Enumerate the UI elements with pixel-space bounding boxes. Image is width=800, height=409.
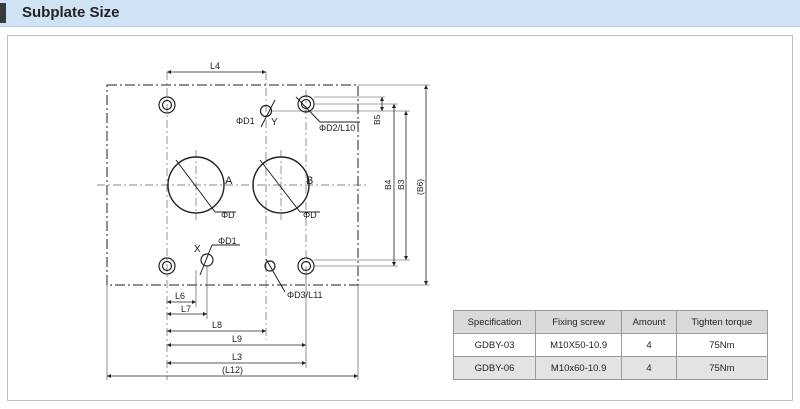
label-y: Y — [271, 117, 278, 128]
label-port-b: B — [306, 175, 313, 187]
label-port-a: A — [225, 175, 233, 187]
label-l8: L8 — [212, 320, 222, 330]
label-d3-l11: ΦD3/L11 — [287, 290, 323, 300]
port-diameter-leaders — [175, 159, 320, 213]
label-b3: B3 — [396, 179, 406, 190]
table-row: GDBY-03 M10X50-10.9 4 75Nm — [452, 333, 769, 357]
table-cell: 75Nm — [675, 333, 769, 357]
table-cell: M10X50-10.9 — [535, 333, 623, 357]
label-d1-top: ΦD1 — [236, 116, 255, 126]
label-l9: L9 — [232, 334, 242, 344]
label-b5: B5 — [372, 114, 382, 125]
table-cell: GDBY-06 — [452, 356, 537, 380]
horizontal-dimensions — [107, 70, 358, 378]
label-l4: L4 — [210, 61, 220, 71]
table-header: Amount — [621, 310, 677, 334]
label-d2-l10: ΦD2/L10 — [319, 123, 355, 133]
label-b6: (B6) — [415, 179, 425, 195]
label-l12: (L12) — [222, 365, 243, 375]
label-l6: L6 — [175, 291, 185, 301]
label-b4: B4 — [383, 179, 393, 190]
table-cell: 75Nm — [675, 356, 769, 380]
label-d-right: ΦD — [303, 210, 317, 220]
fixing-screw-table: Specification Fixing screw Amount Tighte… — [452, 310, 769, 380]
label-l7: L7 — [181, 304, 191, 314]
label-d1-bottom: ΦD1 — [218, 236, 237, 246]
table-cell: GDBY-03 — [452, 333, 537, 357]
table-header-row: Specification Fixing screw Amount Tighte… — [452, 310, 769, 334]
label-d-left: ΦD — [221, 210, 235, 220]
table-row: GDBY-06 M10x60-10.9 4 75Nm — [452, 356, 769, 380]
table-header: Specification — [452, 310, 537, 334]
table-header: Tighten torque — [675, 310, 769, 334]
label-l3: L3 — [232, 352, 242, 362]
extension-lines — [106, 84, 430, 380]
table-cell: M10x60-10.9 — [535, 356, 623, 380]
label-x: X — [194, 244, 201, 255]
table-cell: 4 — [621, 356, 677, 380]
table-cell: 4 — [621, 333, 677, 357]
pilot-holes — [200, 104, 276, 272]
table-header: Fixing screw — [535, 310, 623, 334]
